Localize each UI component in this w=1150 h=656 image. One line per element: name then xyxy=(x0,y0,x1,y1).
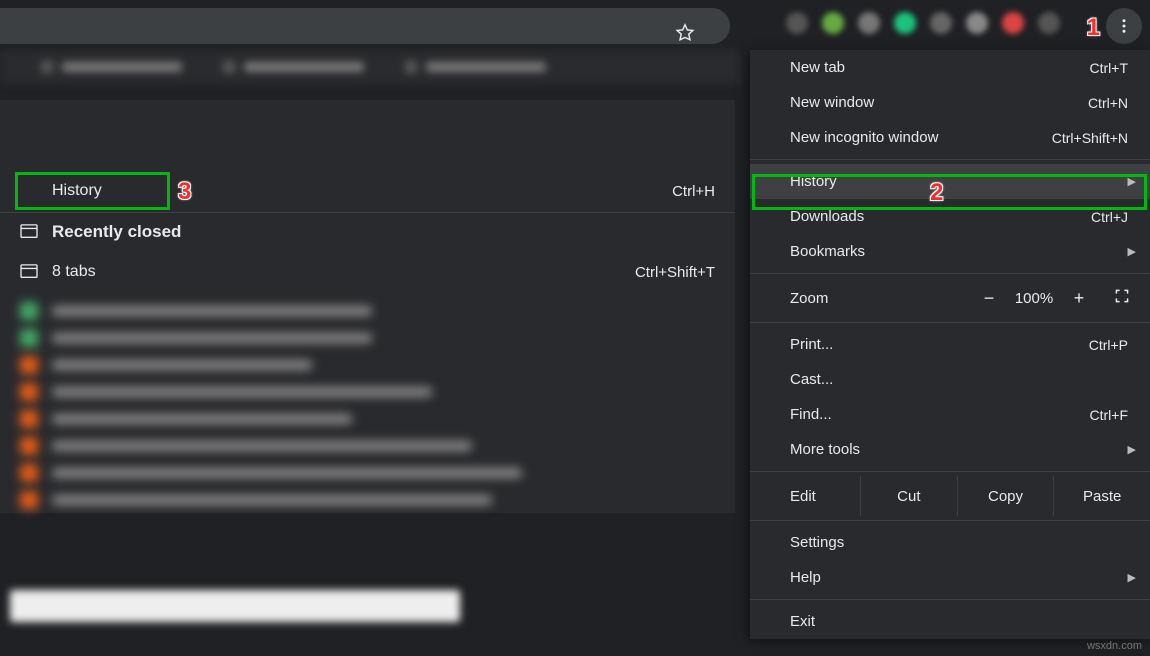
menu-exit[interactable]: Exit xyxy=(750,604,1150,639)
menu-history[interactable]: History▶ xyxy=(750,164,1150,199)
menu-help[interactable]: Help▶ xyxy=(750,560,1150,595)
menu-zoom: Zoom − 100% + xyxy=(750,278,1150,318)
zoom-out-button[interactable]: − xyxy=(974,288,1004,309)
extensions-row xyxy=(786,12,1060,34)
bookmark-star-icon[interactable] xyxy=(674,22,696,44)
browser-main-menu: New tabCtrl+T New windowCtrl+N New incog… xyxy=(750,50,1150,639)
watermark: wsxdn.com xyxy=(1087,640,1142,652)
address-bar[interactable] xyxy=(0,8,730,44)
zoom-in-button[interactable]: + xyxy=(1064,288,1094,309)
submenu-history[interactable]: History Ctrl+H xyxy=(0,170,735,212)
edit-paste[interactable]: Paste xyxy=(1053,476,1150,516)
submenu-arrow-icon: ▶ xyxy=(1128,571,1136,584)
menu-cast[interactable]: Cast... xyxy=(750,362,1150,397)
submenu-arrow-icon: ▶ xyxy=(1128,245,1136,258)
history-submenu: History Ctrl+H Recently closed 8 tabs Ct… xyxy=(0,100,735,513)
browser-toolbar xyxy=(0,0,1150,50)
menu-find[interactable]: Find...Ctrl+F xyxy=(750,397,1150,432)
menu-bookmarks[interactable]: Bookmarks▶ xyxy=(750,234,1150,269)
blurred-content xyxy=(10,590,460,622)
zoom-level: 100% xyxy=(1004,290,1064,307)
browser-menu-button[interactable] xyxy=(1106,8,1142,44)
submenu-recently-closed: Recently closed xyxy=(0,213,735,251)
submenu-restore-tabs[interactable]: 8 tabs Ctrl+Shift+T xyxy=(0,251,735,293)
menu-downloads[interactable]: DownloadsCtrl+J xyxy=(750,199,1150,234)
window-icon xyxy=(20,224,38,240)
edit-cut[interactable]: Cut xyxy=(860,476,957,516)
bookmarks-bar xyxy=(0,50,740,84)
menu-new-window[interactable]: New windowCtrl+N xyxy=(750,85,1150,120)
submenu-arrow-icon: ▶ xyxy=(1128,443,1136,456)
menu-incognito[interactable]: New incognito windowCtrl+Shift+N xyxy=(750,120,1150,155)
menu-edit-row: Edit Cut Copy Paste xyxy=(750,476,1150,516)
submenu-arrow-icon: ▶ xyxy=(1128,175,1136,188)
menu-new-tab[interactable]: New tabCtrl+T xyxy=(750,50,1150,85)
edit-copy[interactable]: Copy xyxy=(957,476,1054,516)
window-icon xyxy=(20,264,38,280)
menu-more-tools[interactable]: More tools▶ xyxy=(750,432,1150,467)
menu-print[interactable]: Print...Ctrl+P xyxy=(750,327,1150,362)
menu-settings[interactable]: Settings xyxy=(750,525,1150,560)
fullscreen-icon[interactable] xyxy=(1114,288,1130,308)
